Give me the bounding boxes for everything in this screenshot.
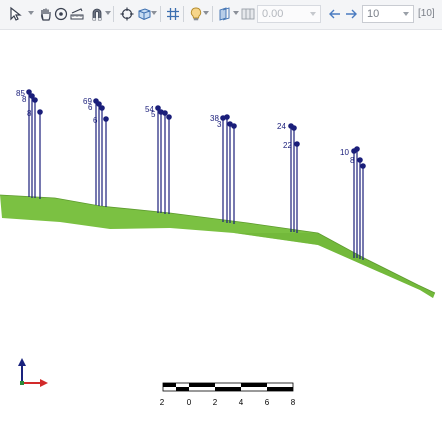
toolbar: 0.00 10 [10] bbox=[0, 0, 442, 30]
value-input[interactable]: 0.00 bbox=[257, 5, 321, 23]
scale-tick-label: 4 bbox=[239, 398, 244, 407]
point-label-8: 8 bbox=[350, 156, 355, 165]
lightbulb-icon bbox=[188, 6, 204, 22]
y-axis-arrow-icon bbox=[18, 358, 26, 366]
borehole-group-6[interactable]: 10 8 bbox=[340, 146, 366, 260]
scale-tick-label: 8 bbox=[291, 398, 296, 407]
columns-view-button[interactable] bbox=[238, 4, 258, 24]
3d-viewport[interactable]: 85 8 8 69 6 6 54 5 38 3 24 22 10 8 2 0 2… bbox=[0, 30, 442, 423]
zoom-count: [10] bbox=[418, 8, 435, 19]
point-label-decor: 8 bbox=[27, 109, 32, 118]
measure-button[interactable] bbox=[67, 4, 87, 24]
crosshair-center-icon bbox=[119, 6, 135, 22]
scale-tick-label: 6 bbox=[265, 398, 270, 407]
snap-button[interactable] bbox=[87, 4, 107, 24]
scale-tick-label: 2 bbox=[160, 398, 165, 407]
point-label-10: 10 bbox=[340, 148, 349, 157]
forward-button[interactable] bbox=[341, 4, 361, 24]
lighting-dropdown-icon[interactable] bbox=[203, 11, 209, 15]
columns-view-icon bbox=[240, 6, 256, 22]
scale-tick-label: 0 bbox=[187, 398, 192, 407]
toolbar-separator bbox=[113, 6, 114, 22]
grid-toggle-button[interactable] bbox=[163, 4, 183, 24]
measure-ruler-icon bbox=[69, 6, 85, 22]
point-label-24: 24 bbox=[277, 122, 286, 131]
select-tool-dropdown-icon[interactable] bbox=[28, 11, 34, 15]
x-axis-arrow-icon bbox=[40, 379, 48, 387]
scale-bar: 2 0 2 4 6 8 bbox=[160, 382, 296, 407]
grid-icon bbox=[165, 6, 181, 22]
view-cube-dropdown-icon[interactable] bbox=[151, 11, 157, 15]
point-label-22: 22 bbox=[283, 141, 292, 150]
z-axis-dot bbox=[20, 381, 24, 385]
cube-view-icon bbox=[136, 6, 152, 22]
borehole-group-1[interactable]: 85 8 8 bbox=[16, 89, 43, 199]
borehole-group-2[interactable]: 69 6 6 bbox=[83, 97, 109, 207]
borehole-group-4[interactable]: 38 3 bbox=[210, 114, 237, 224]
point-label-decor: 3 bbox=[217, 120, 222, 129]
zoom-select-value: 10 bbox=[367, 8, 380, 20]
point-label-decor: 6 bbox=[93, 116, 98, 125]
zoom-dropdown-icon[interactable] bbox=[403, 12, 409, 16]
borehole-group-5[interactable]: 24 22 bbox=[277, 122, 300, 233]
borehole-group-3[interactable]: 54 5 bbox=[145, 105, 172, 214]
point-label-decor: 8 bbox=[22, 95, 27, 104]
magnet-snap-icon bbox=[89, 6, 105, 22]
toolbar-separator bbox=[212, 6, 213, 22]
select-tool-button[interactable] bbox=[6, 4, 26, 24]
select-tool-icon bbox=[8, 6, 24, 22]
arrow-right-icon bbox=[343, 6, 359, 22]
snap-dropdown-icon[interactable] bbox=[105, 11, 111, 15]
zoom-select[interactable]: 10 bbox=[362, 5, 414, 23]
point-label-decor: 6 bbox=[88, 103, 93, 112]
layers-icon bbox=[217, 6, 233, 22]
axis-gizmo bbox=[18, 358, 48, 387]
value-dropdown-icon[interactable] bbox=[310, 12, 316, 16]
scale-tick-label: 2 bbox=[213, 398, 218, 407]
terrain-shading bbox=[234, 233, 435, 298]
point-label-decor: 5 bbox=[151, 110, 156, 119]
layers-button[interactable] bbox=[215, 4, 235, 24]
terrain-surface bbox=[0, 195, 435, 298]
toolbar-separator bbox=[183, 6, 184, 22]
value-input-text: 0.00 bbox=[262, 8, 284, 20]
toolbar-separator bbox=[160, 6, 161, 22]
